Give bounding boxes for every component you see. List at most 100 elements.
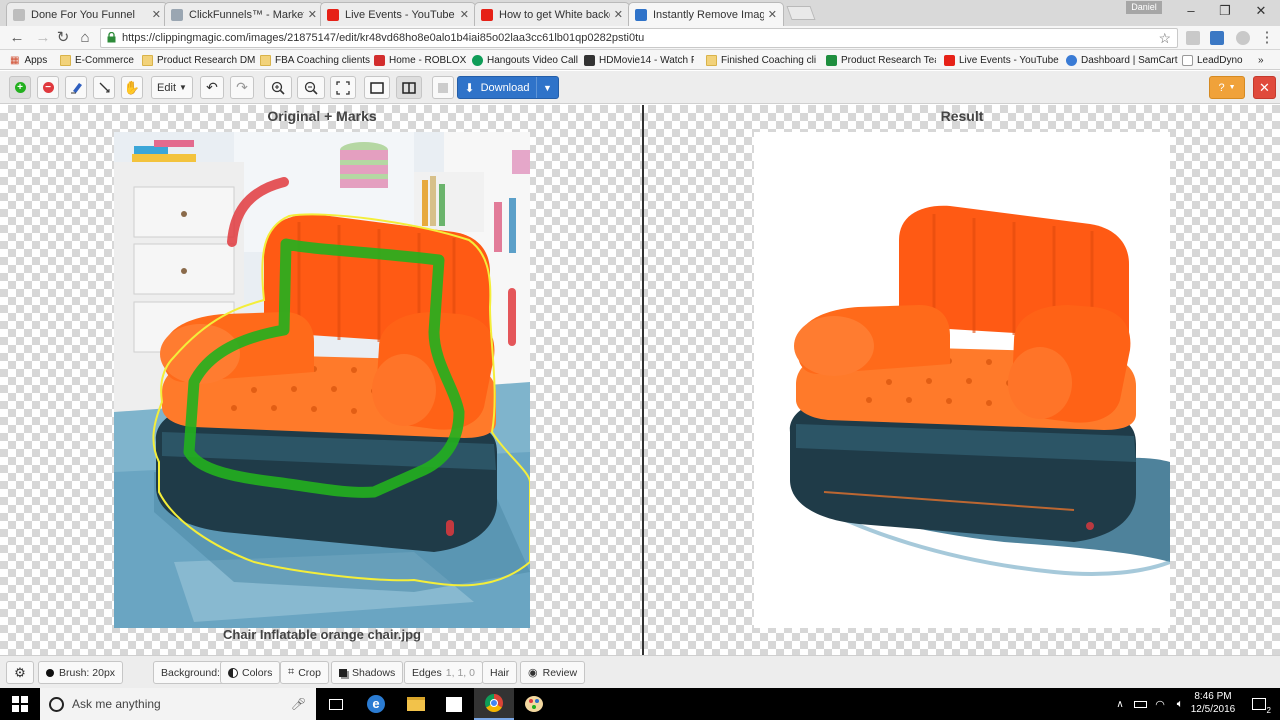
bookmark-fba-coaching[interactable]: FBA Coaching clients (260, 52, 370, 68)
review-button[interactable]: ◉ Review (520, 661, 586, 684)
settings-button[interactable]: ⚙ (6, 661, 34, 684)
extension-icon[interactable] (1186, 31, 1200, 45)
bookmark-star-icon[interactable]: ☆ (1158, 30, 1171, 47)
edge-browser-button[interactable]: e (356, 688, 396, 720)
windows-logo-icon (12, 696, 28, 712)
zoom-in-button[interactable] (264, 76, 292, 99)
keep-tool-button[interactable]: + (9, 76, 31, 99)
zoom-in-icon (271, 81, 285, 95)
bookmark-product-research-dm[interactable]: Product Research DM (142, 52, 255, 68)
fit-screen-button[interactable] (330, 76, 356, 99)
new-tab-button[interactable] (786, 6, 816, 20)
address-bar[interactable]: https://clippingmagic.com/images/2187514… (100, 28, 1178, 48)
editor-toolbar: + − ✋ Edit ▼ ↶ ↷ ⬇ Download ▼ ? ▼ ✕ (0, 71, 1280, 104)
caret-down-icon: ▼ (179, 83, 187, 92)
chrome-taskbar-button[interactable] (474, 688, 514, 720)
remove-tool-button[interactable]: − (37, 76, 59, 99)
forward-icon[interactable]: → (34, 29, 52, 47)
bookmark-apps[interactable]: ▦ Apps (10, 52, 47, 68)
crop-button[interactable]: ⌗ Crop (280, 661, 329, 684)
hair-button[interactable]: Hair (482, 661, 518, 684)
colors-button[interactable]: Colors (220, 661, 281, 684)
download-options-caret-icon[interactable]: ▼ (536, 77, 558, 98)
scalpel-tool-button[interactable] (93, 76, 115, 99)
browser-tab-done-for-you-funnel[interactable]: Done For You Funnel ✕ (6, 2, 168, 26)
bookmark-product-research-tea[interactable]: Product Research Tea (826, 52, 936, 68)
pan-tool-button[interactable]: ✋ (121, 76, 143, 99)
bookmark-roblox[interactable]: Home - ROBLOX (374, 52, 466, 68)
undo-button[interactable]: ↶ (200, 76, 224, 99)
bookmark-ecommerce[interactable]: E-Commerce (60, 52, 134, 68)
close-window-icon[interactable]: ✕ (1246, 3, 1276, 19)
paint-app-button[interactable] (514, 688, 554, 720)
minimize-icon[interactable]: – (1176, 3, 1206, 18)
home-icon[interactable]: ⌂ (76, 29, 94, 47)
show-hidden-icons-button[interactable]: ∧ (1110, 688, 1130, 720)
close-tab-icon[interactable]: ✕ (308, 8, 317, 21)
close-tab-icon[interactable]: ✕ (614, 8, 623, 21)
notification-count: 2 (1265, 706, 1272, 715)
bookmark-leaddyno[interactable]: LeadDyno (1182, 52, 1243, 68)
panel-divider[interactable] (642, 105, 644, 655)
original-marks-canvas[interactable] (114, 132, 530, 628)
restore-icon[interactable]: ❐ (1210, 3, 1240, 19)
bookmark-live-events[interactable]: Live Events - YouTube (944, 52, 1059, 68)
bookmark-hangouts[interactable]: Hangouts Video Call (472, 52, 578, 68)
editor-bottom-toolbar: ⚙ Brush: 20px Background: Colors ⌗ Crop … (0, 655, 1280, 688)
apps-grid-icon: ▦ (10, 54, 20, 66)
extension-icon[interactable] (1236, 31, 1250, 45)
clock-time: 8:46 PM (1194, 691, 1232, 702)
file-explorer-button[interactable] (396, 688, 436, 720)
close-tab-icon[interactable]: ✕ (768, 8, 777, 21)
edit-menu-button[interactable]: Edit ▼ (151, 76, 193, 99)
close-editor-button[interactable]: ✕ (1253, 76, 1276, 99)
bookmark-samcart[interactable]: Dashboard | SamCart (1066, 52, 1178, 68)
system-clock[interactable]: 8:46 PM 12/5/2016 (1188, 690, 1238, 716)
close-tab-icon[interactable]: ✕ (152, 8, 161, 21)
back-icon[interactable]: ← (8, 29, 26, 47)
split-view-button[interactable] (396, 76, 422, 99)
eraser-tool-button[interactable] (65, 76, 87, 99)
task-view-button[interactable] (316, 688, 356, 720)
windows-taskbar: Ask me anything 🎤︎ e ∧ ◠ 🔈︎ 8:46 PM 12/5… (0, 688, 1280, 720)
single-view-button[interactable] (364, 76, 390, 99)
browser-tab-live-events[interactable]: Live Events - YouTube ✕ (320, 2, 476, 26)
sheets-icon (826, 54, 837, 66)
microphone-icon[interactable]: 🎤︎ (291, 697, 306, 711)
browser-tab-how-to-get-white[interactable]: How to get White backg ✕ (474, 2, 630, 26)
download-main[interactable]: ⬇ Download (458, 81, 536, 95)
close-icon: ✕ (1259, 79, 1270, 95)
profile-button[interactable]: Daniel (1126, 1, 1162, 14)
edges-button[interactable]: Edges 1, 1, 0 (404, 661, 483, 684)
download-button[interactable]: ⬇ Download ▼ (457, 76, 559, 99)
result-canvas[interactable] (754, 132, 1170, 628)
redo-button[interactable]: ↷ (230, 76, 254, 99)
bookmark-hdmovie[interactable]: HDMovie14 - Watch F (584, 52, 694, 68)
more-bookmarks-icon[interactable]: » (1258, 52, 1264, 68)
cortana-search-box[interactable]: Ask me anything 🎤︎ (40, 688, 316, 720)
volume-icon[interactable]: 🔈︎ (1170, 688, 1190, 720)
zoom-out-button[interactable] (297, 76, 325, 99)
browser-tab-strip: Done For You Funnel ✕ ClickFunnels™ - Ma… (0, 0, 1280, 26)
save-button[interactable] (432, 76, 454, 99)
help-button[interactable]: ? ▼ (1209, 76, 1245, 99)
chrome-menu-icon[interactable]: ⋮ (1258, 29, 1276, 47)
reload-icon[interactable]: ↻ (54, 29, 72, 47)
extension-icon[interactable] (1210, 31, 1224, 45)
windows-start-button[interactable] (0, 688, 40, 720)
page-icon (1182, 54, 1193, 66)
battery-icon[interactable] (1130, 688, 1150, 720)
store-button[interactable] (434, 688, 474, 720)
bookmarks-bar: ▦ Apps E-Commerce Product Research DM FB… (0, 50, 1280, 70)
clock-date: 12/5/2016 (1190, 704, 1236, 715)
close-tab-icon[interactable]: ✕ (460, 8, 469, 21)
tab-label: Done For You Funnel (31, 8, 135, 21)
browser-tab-clipping-magic[interactable]: Instantly Remove Image ✕ (628, 2, 784, 26)
action-center-button[interactable]: 2 (1244, 688, 1274, 720)
shadows-button[interactable]: Shadows (331, 661, 404, 684)
hand-icon: ✋ (123, 79, 141, 95)
bookmark-finished-coaching[interactable]: Finished Coaching cli (706, 52, 816, 68)
brush-size-button[interactable]: Brush: 20px (38, 661, 124, 684)
wifi-icon[interactable]: ◠ (1150, 688, 1170, 720)
browser-tab-clickfunnels[interactable]: ClickFunnels™ - Marketi ✕ (164, 2, 324, 26)
